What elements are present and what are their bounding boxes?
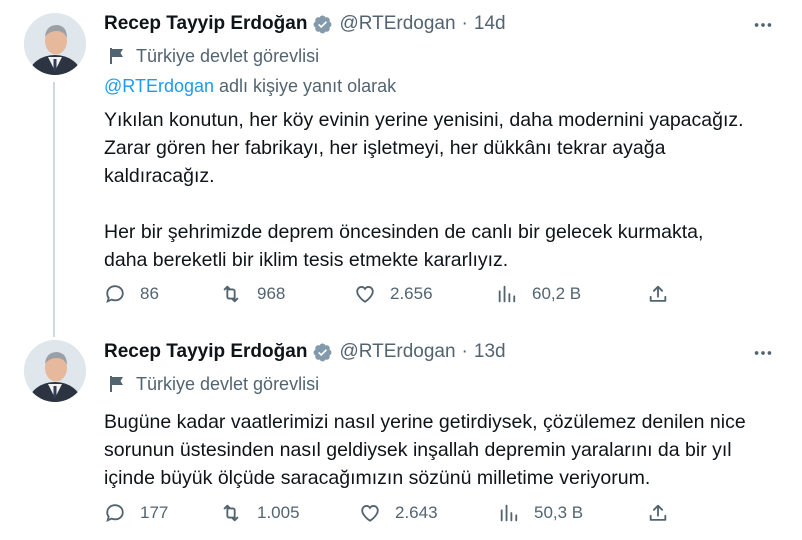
author-name[interactable]: Recep Tayyip Erdoğan xyxy=(104,341,307,363)
avatar[interactable] xyxy=(24,13,86,75)
tweet-timestamp[interactable]: 13d xyxy=(474,341,506,363)
government-flag-icon xyxy=(108,47,126,65)
author-handle[interactable]: @RTErdogan xyxy=(339,13,455,35)
reply-button[interactable]: 86 xyxy=(104,283,159,305)
tweet-actions: 177 1.005 2.643 50,3 B xyxy=(104,498,684,528)
reply-icon xyxy=(104,502,126,524)
reply-context: @RTErdogan adlı kişiye yanıt olarak xyxy=(104,76,782,102)
share-icon xyxy=(647,283,669,305)
avatar[interactable] xyxy=(24,340,86,402)
retweet-icon xyxy=(219,502,243,524)
tweet-timestamp[interactable]: 14d xyxy=(474,13,506,35)
tweet-2[interactable]: Recep Tayyip Erdoğan @RTErdogan · 13d Tü… xyxy=(0,330,802,540)
views-count: 60,2 B xyxy=(532,284,582,303)
tweet-text-line: Zarar gören her fabrikayı, her işletmeyi… xyxy=(104,137,666,159)
account-label[interactable]: Türkiye devlet görevlisi xyxy=(104,370,782,398)
more-options-icon[interactable] xyxy=(752,342,774,369)
share-button[interactable] xyxy=(647,283,669,305)
tweet-text-line: içinde büyük ölçüde saracağımızın sözünü… xyxy=(104,467,651,489)
reply-count: 86 xyxy=(140,284,159,303)
like-count: 2.643 xyxy=(395,503,438,522)
tweet-text-line: Her bir şehrimizde deprem öncesinden de … xyxy=(104,221,704,243)
views-icon xyxy=(498,502,520,524)
account-label[interactable]: Türkiye devlet görevlisi xyxy=(104,42,782,70)
reply-button[interactable]: 177 xyxy=(104,502,168,524)
tweet-text-line: kaldıracağız. xyxy=(104,165,215,187)
share-icon xyxy=(647,502,669,524)
reply-icon xyxy=(104,283,126,305)
retweet-count: 968 xyxy=(257,284,286,303)
separator-dot: · xyxy=(461,13,468,34)
account-label-text: Türkiye devlet görevlisi xyxy=(136,45,320,66)
tweet-actions: 86 968 2.656 60,2 B xyxy=(104,279,684,309)
retweet-count: 1.005 xyxy=(257,503,300,522)
tweet-text-line: sorunun üstesinden nasıl geldiysek inşal… xyxy=(104,439,732,461)
reply-context-text: adlı kişiye yanıt olarak xyxy=(219,76,397,96)
tweet-1[interactable]: Recep Tayyip Erdoğan @RTErdogan · 14d Tü… xyxy=(0,0,802,337)
views-button[interactable]: 60,2 B xyxy=(496,283,581,305)
more-options-icon[interactable] xyxy=(752,14,774,41)
like-icon xyxy=(359,502,381,524)
author-handle[interactable]: @RTErdogan xyxy=(339,341,455,363)
separator-dot: · xyxy=(461,341,468,362)
tweet-text-line: Yıkılan konutun, her köy evinin yerine y… xyxy=(104,109,744,131)
tweet-text: Bugüne kadar vaatlerimizi nasıl yerine g… xyxy=(104,408,782,492)
thread-connector-line xyxy=(53,82,55,337)
views-icon xyxy=(496,283,518,305)
retweet-button[interactable]: 968 xyxy=(219,283,285,305)
reply-count: 177 xyxy=(140,503,169,522)
like-button[interactable]: 2.643 xyxy=(359,502,438,524)
like-icon xyxy=(354,283,376,305)
retweet-button[interactable]: 1.005 xyxy=(219,502,300,524)
government-flag-icon xyxy=(108,375,126,393)
tweet-text-line: daha bereketli bir iklim tesis etmekte k… xyxy=(104,249,509,271)
verified-badge-icon xyxy=(312,14,333,35)
share-button[interactable] xyxy=(647,502,669,524)
retweet-icon xyxy=(219,283,243,305)
like-count: 2.656 xyxy=(390,284,433,303)
views-count: 50,3 B xyxy=(534,503,584,522)
views-button[interactable]: 50,3 B xyxy=(498,502,583,524)
like-button[interactable]: 2.656 xyxy=(354,283,433,305)
account-label-text: Türkiye devlet görevlisi xyxy=(136,373,320,394)
reply-mention-link[interactable]: @RTErdogan xyxy=(104,76,214,96)
verified-badge-icon xyxy=(312,342,333,363)
tweet-text-line: Bugüne kadar vaatlerimizi nasıl yerine g… xyxy=(104,411,746,433)
tweet-text: Yıkılan konutun, her köy evinin yerine y… xyxy=(104,106,782,274)
author-name[interactable]: Recep Tayyip Erdoğan xyxy=(104,13,307,35)
